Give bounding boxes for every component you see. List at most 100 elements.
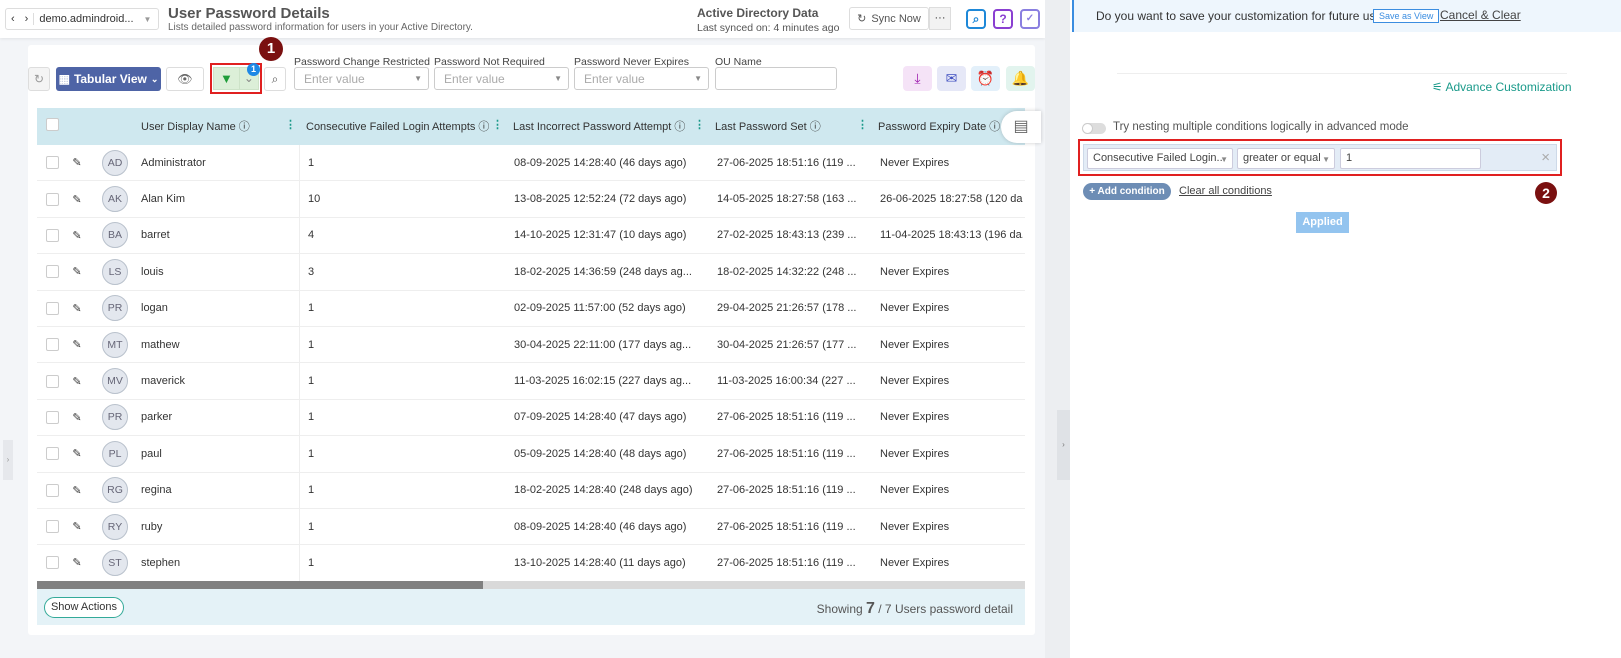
- advance-customization-link[interactable]: ⚟ Advance Customization: [1432, 80, 1572, 94]
- left-panel-toggle[interactable]: ›: [3, 440, 13, 480]
- user-display-name[interactable]: logan: [135, 290, 300, 326]
- column-visibility-button[interactable]: 👁: [166, 67, 204, 91]
- tenant-nav[interactable]: ‹ › demo.admindroid... ▼: [5, 8, 159, 30]
- row-checkbox[interactable]: [46, 228, 59, 242]
- table-row[interactable]: ✎ MT mathew 1 30-04-2025 22:11:00 (177 d…: [37, 326, 1025, 364]
- refresh-icon[interactable]: ↻: [28, 67, 50, 91]
- help-button[interactable]: ?: [993, 9, 1013, 29]
- row-checkbox[interactable]: [46, 410, 59, 424]
- check-badge-icon[interactable]: ✓: [1020, 9, 1040, 29]
- user-display-name[interactable]: maverick: [135, 363, 300, 399]
- back-icon[interactable]: ‹: [6, 13, 20, 25]
- close-icon[interactable]: ×: [1541, 149, 1550, 166]
- row-checkbox[interactable]: [46, 520, 59, 534]
- table-row[interactable]: ✎ PL paul 1 05-09-2025 14:28:40 (48 days…: [37, 436, 1025, 473]
- edit-icon[interactable]: ✎: [62, 556, 92, 569]
- table-row[interactable]: ✎ RG regina 1 18-02-2025 14:28:40 (248 d…: [37, 472, 1025, 509]
- applied-button[interactable]: Applied: [1296, 212, 1349, 233]
- show-actions-button[interactable]: Show Actions: [44, 597, 124, 618]
- row-checkbox[interactable]: [46, 301, 59, 315]
- search-icon[interactable]: ⌕: [264, 67, 286, 91]
- table-row[interactable]: ✎ PR parker 1 07-09-2025 14:28:40 (47 da…: [37, 399, 1025, 437]
- sync-now-button[interactable]: ↻ Sync Now: [849, 7, 929, 30]
- tenant-selector[interactable]: demo.admindroid...: [34, 13, 138, 25]
- edit-icon[interactable]: ✎: [62, 265, 92, 278]
- user-display-name[interactable]: parker: [135, 399, 300, 436]
- table-row[interactable]: ✎ LS louis 3 18-02-2025 14:36:59 (248 da…: [37, 254, 1025, 291]
- row-checkbox[interactable]: [46, 483, 59, 497]
- user-display-name[interactable]: mathew: [135, 326, 300, 363]
- edit-icon[interactable]: ✎: [62, 375, 92, 388]
- last-password-set: 27-06-2025 18:51:16 (119 ...: [717, 411, 856, 424]
- edit-icon[interactable]: ✎: [62, 484, 92, 497]
- row-checkbox[interactable]: [46, 374, 59, 388]
- add-condition-button[interactable]: + Add condition: [1083, 183, 1171, 200]
- filter-icon: ▼: [219, 71, 233, 86]
- last-incorrect-attempt: 08-09-2025 14:28:40 (46 days ago): [514, 156, 687, 169]
- password-not-required-input[interactable]: Enter value ▼: [434, 67, 569, 90]
- condition-highlight: Consecutive Failed Login... ▼ greater or …: [1078, 139, 1562, 176]
- user-display-name[interactable]: paul: [135, 436, 300, 472]
- bell-icon[interactable]: 🔔: [1006, 66, 1035, 91]
- download-icon[interactable]: ⤓: [903, 66, 932, 91]
- ou-name-input[interactable]: [715, 67, 837, 90]
- page-title: User Password Details: [168, 5, 330, 22]
- row-checkbox[interactable]: [46, 556, 59, 570]
- table-row[interactable]: ✎ AD Administrator 1 08-09-2025 14:28:40…: [37, 145, 1025, 182]
- user-display-name[interactable]: ruby: [135, 508, 300, 545]
- edit-icon[interactable]: ✎: [62, 229, 92, 242]
- alarm-clock-icon[interactable]: ⏰: [971, 66, 1000, 91]
- row-checkbox[interactable]: [46, 338, 59, 352]
- table-row[interactable]: ✎ ST stephen 1 13-10-2025 14:28:40 (11 d…: [37, 545, 1025, 582]
- row-checkbox[interactable]: [46, 192, 59, 206]
- edit-icon[interactable]: ✎: [62, 156, 92, 169]
- table-row[interactable]: ✎ RY ruby 1 08-09-2025 14:28:40 (46 days…: [37, 508, 1025, 546]
- edit-icon[interactable]: ✎: [62, 338, 92, 351]
- condition-value-input[interactable]: 1: [1340, 148, 1481, 169]
- clear-all-conditions-link[interactable]: Clear all conditions: [1179, 185, 1272, 197]
- column-header[interactable]: Last Incorrect Password Attempt ⓘ ⋮: [507, 108, 709, 145]
- last-incorrect-attempt: 30-04-2025 22:11:00 (177 days ag...: [514, 338, 692, 351]
- user-display-name[interactable]: Administrator: [135, 145, 300, 181]
- forward-icon[interactable]: ›: [20, 13, 35, 25]
- scrollbar-thumb[interactable]: [37, 581, 483, 589]
- more-button[interactable]: ···: [929, 7, 951, 30]
- table-row[interactable]: ✎ AK Alan Kim 10 13-08-2025 12:52:24 (72…: [37, 181, 1025, 218]
- save-as-view-button[interactable]: Save as View: [1373, 9, 1440, 23]
- password-change-restricted-input[interactable]: Enter value ▼: [294, 67, 429, 90]
- horizontal-scrollbar[interactable]: [37, 581, 1025, 589]
- user-display-name[interactable]: regina: [135, 472, 300, 508]
- panel-resize-handle[interactable]: ›: [1057, 410, 1070, 480]
- search-icon[interactable]: ⌕: [966, 9, 986, 29]
- table-row[interactable]: ✎ PR logan 1 02-09-2025 11:57:00 (52 day…: [37, 290, 1025, 327]
- nesting-toggle[interactable]: [1082, 123, 1106, 134]
- user-display-name[interactable]: stephen: [135, 545, 300, 581]
- column-header[interactable]: Consecutive Failed Login Attempts ⓘ ⋮: [300, 108, 507, 145]
- column-settings-icon[interactable]: ▤: [1001, 111, 1041, 143]
- row-checkbox[interactable]: [46, 447, 59, 461]
- user-display-name[interactable]: Alan Kim: [135, 181, 300, 217]
- select-all-checkbox[interactable]: [46, 118, 59, 131]
- condition-field-select[interactable]: Consecutive Failed Login... ▼: [1087, 148, 1233, 169]
- column-header[interactable]: Last Password Set ⓘ ⋮: [709, 108, 872, 145]
- avatar: MV: [102, 368, 128, 395]
- row-checkbox[interactable]: [46, 156, 59, 170]
- view-selector[interactable]: ▦ Tabular View ⌄: [56, 67, 161, 91]
- password-never-expires-input[interactable]: Enter value ▼: [574, 67, 709, 90]
- nesting-toggle-label: Try nesting multiple conditions logicall…: [1113, 121, 1409, 133]
- cancel-clear-link[interactable]: Cancel & Clear: [1440, 8, 1521, 22]
- user-display-name[interactable]: barret: [135, 217, 300, 254]
- edit-icon[interactable]: ✎: [62, 411, 92, 424]
- edit-icon[interactable]: ✎: [62, 302, 92, 315]
- edit-icon[interactable]: ✎: [62, 447, 92, 460]
- view-label: Tabular View: [73, 72, 147, 86]
- column-header[interactable]: User Display Name ⓘ ⋮: [135, 108, 300, 145]
- edit-icon[interactable]: ✎: [62, 193, 92, 206]
- chat-icon[interactable]: ✉: [937, 66, 966, 91]
- table-row[interactable]: ✎ BA barret 4 14-10-2025 12:31:47 (10 da…: [37, 217, 1025, 255]
- condition-operator-select[interactable]: greater or equal ▼: [1237, 148, 1335, 169]
- row-checkbox[interactable]: [46, 265, 59, 279]
- table-row[interactable]: ✎ MV maverick 1 11-03-2025 16:02:15 (227…: [37, 363, 1025, 400]
- user-display-name[interactable]: louis: [135, 254, 300, 290]
- edit-icon[interactable]: ✎: [62, 520, 92, 533]
